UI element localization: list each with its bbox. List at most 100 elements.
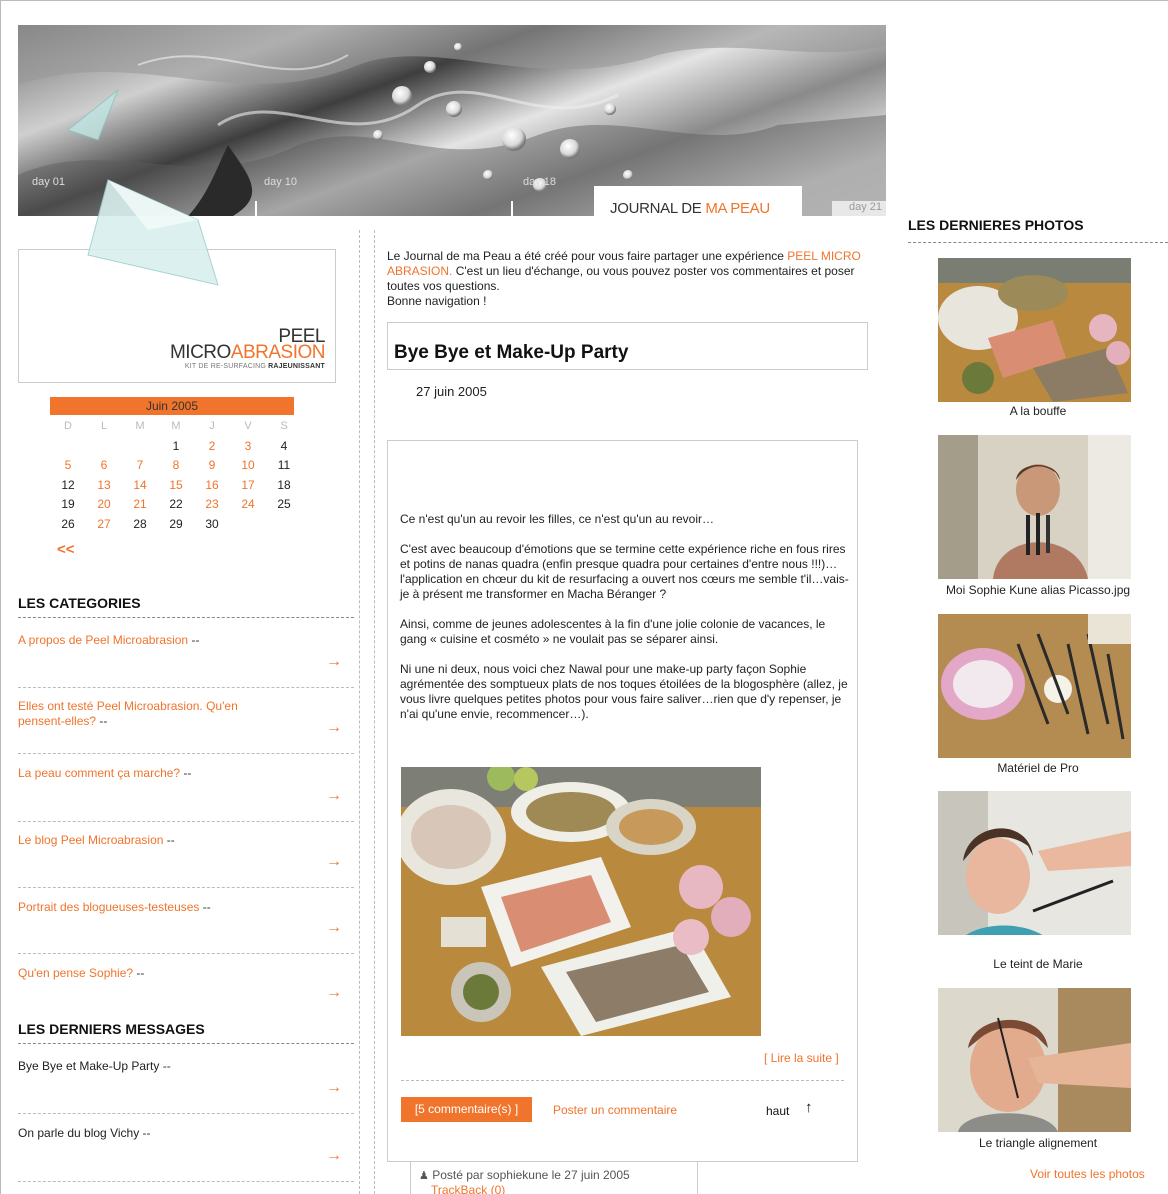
arrow-right-icon[interactable]: → <box>326 919 342 937</box>
day-label: day 18 <box>523 176 557 188</box>
arrow-right-icon[interactable]: → <box>326 787 342 805</box>
photo-thumbnail[interactable] <box>938 791 1131 935</box>
posted-by: ♟ Posté par sophiekune le 27 juin 2005 <box>419 1168 630 1182</box>
calendar-prev-link[interactable]: << <box>57 541 75 558</box>
calendar-grid: D L M M J V S 1 2 3 4 5 6 7 8 9 10 11 12 13 14 15 16 17 18 19 20 21… <box>50 417 294 534</box>
category-item[interactable]: Le blog Peel Microabrasion -- → <box>18 822 354 888</box>
post-photo[interactable] <box>401 767 761 1036</box>
calendar-day[interactable]: 23 <box>194 495 230 515</box>
post-title[interactable]: Bye Bye et Make-Up Party <box>387 322 868 370</box>
post-date: 27 juin 2005 <box>416 384 487 399</box>
calendar-day[interactable]: 20 <box>86 495 122 515</box>
category-link[interactable]: A propos de Peel Microabrasion <box>18 633 188 647</box>
category-item[interactable]: A propos de Peel Microabrasion -- → <box>18 625 354 688</box>
arrow-right-icon[interactable]: → <box>326 719 342 737</box>
category-suffix: -- <box>183 766 192 780</box>
calendar-day[interactable]: 24 <box>230 495 266 515</box>
calendar-day[interactable]: 17 <box>230 476 266 496</box>
category-link[interactable]: Le blog Peel Microabrasion <box>18 833 163 847</box>
category-item[interactable]: Qu'en pense Sophie? -- → <box>18 954 354 1016</box>
calendar-day[interactable]: 5 <box>50 456 86 476</box>
posted-by-text: Posté par sophiekune le 27 juin 2005 <box>432 1168 630 1182</box>
category-suffix: -- <box>166 833 175 847</box>
calendar-day: 1 <box>172 438 180 453</box>
category-link[interactable]: La peau comment ça marche? <box>18 766 180 780</box>
message-link[interactable]: Bye Bye et Make-Up Party <box>18 1059 159 1073</box>
calendar-day[interactable]: 14 <box>122 476 158 496</box>
post-paragraph: C'est avec beaucoup d'émotions que se te… <box>400 542 849 601</box>
calendar-empty-cell <box>86 437 122 457</box>
arrow-right-icon[interactable]: → <box>326 853 342 871</box>
arrow-up-icon[interactable]: ↑ <box>805 1099 813 1116</box>
arrow-right-icon[interactable]: → <box>326 1147 342 1165</box>
photo-caption[interactable]: Moi Sophie Kune alias Picasso.jpg <box>908 583 1168 597</box>
calendar-day[interactable]: 6 <box>86 456 122 476</box>
category-link[interactable]: Portrait des blogueuses-testeuses <box>18 900 199 914</box>
comments-button[interactable]: [5 commentaire(s) ] <box>401 1097 532 1122</box>
photo-thumbnail[interactable] <box>938 435 1131 579</box>
photo-thumbnail[interactable] <box>938 258 1131 402</box>
calendar-empty-cell <box>230 515 266 535</box>
category-item[interactable]: La peau comment ça marche? -- → <box>18 754 354 822</box>
calendar-day: 25 <box>277 497 291 511</box>
calendar-day-header: D <box>64 420 72 432</box>
message-item[interactable]: On parle du blog Vichy -- → <box>18 1114 354 1182</box>
intro-text-b: C'est un lieu d'échange, ou vous pouvez … <box>387 264 855 293</box>
category-link[interactable]: Qu'en pense Sophie? <box>18 966 133 980</box>
categories-title: LES CATEGORIES <box>18 595 354 618</box>
calendar-day[interactable]: 10 <box>230 456 266 476</box>
calendar: Juin 2005 D L M M J V S 1 2 3 4 5 6 7 8 9 10 11 12 13 14 15 16… <box>50 397 294 534</box>
category-item[interactable]: Portrait des blogueuses-testeuses -- → <box>18 888 354 954</box>
journal-title-accent: MA PEAU <box>705 200 770 217</box>
calendar-day[interactable]: 3 <box>230 437 266 457</box>
logo-tagline-a: KIT DE RE-SURFACING <box>184 363 269 370</box>
top-link[interactable]: haut <box>766 1104 789 1118</box>
arrow-right-icon[interactable]: → <box>326 653 342 671</box>
message-suffix: -- <box>162 1059 171 1073</box>
category-item[interactable]: Elles ont testé Peel Microabrasion. Qu'e… <box>18 688 354 754</box>
user-icon: ♟ <box>419 1170 429 1182</box>
calendar-day-header: J <box>209 420 215 432</box>
calendar-day[interactable]: 27 <box>86 515 122 535</box>
category-link[interactable]: Elles ont testé Peel Microabrasion. Qu'e… <box>18 699 238 728</box>
logo-micro: MICRO <box>169 342 231 363</box>
post-body: Ce n'est qu'un au revoir les filles, ce … <box>400 512 852 737</box>
message-item[interactable]: Bye Bye et Make-Up Party -- → <box>18 1050 354 1114</box>
photo-thumbnail[interactable] <box>938 988 1131 1132</box>
calendar-day[interactable]: 21 <box>122 495 158 515</box>
calendar-empty-cell <box>122 437 158 457</box>
logo-microabrasion: MICROABRASION <box>169 342 326 364</box>
calendar-day: 12 <box>61 477 75 492</box>
photo-thumbnail[interactable] <box>938 614 1131 758</box>
photo-caption[interactable]: Matériel de Pro <box>908 761 1168 775</box>
journal-title: JOURNAL DE MA PEAU <box>594 186 802 217</box>
calendar-day-header: M <box>171 420 181 432</box>
calendar-day[interactable]: 13 <box>86 476 122 496</box>
category-suffix: -- <box>191 633 200 647</box>
post-comment-link[interactable]: Poster un commentaire <box>553 1103 677 1117</box>
message-suffix: -- <box>142 1126 151 1140</box>
photo-caption[interactable]: Le triangle alignement <box>908 1136 1168 1150</box>
calendar-day[interactable]: 8 <box>158 456 194 476</box>
calendar-day[interactable]: 7 <box>122 456 158 476</box>
column-divider <box>374 230 375 1194</box>
post-separator <box>401 1080 844 1081</box>
category-suffix: -- <box>99 714 108 728</box>
photo-caption[interactable]: Le teint de Marie <box>908 957 1168 971</box>
calendar-day[interactable]: 16 <box>194 476 230 496</box>
day-label: day 21 <box>832 201 886 216</box>
calendar-day: 22 <box>169 497 183 511</box>
calendar-day[interactable]: 15 <box>158 476 194 496</box>
read-more-link[interactable]: [ Lire la suite ] <box>764 1051 839 1065</box>
arrow-right-icon[interactable]: → <box>326 984 342 1002</box>
trackback-link[interactable]: TrackBack (0) <box>431 1183 505 1194</box>
calendar-day: 18 <box>277 477 291 492</box>
message-link[interactable]: On parle du blog Vichy <box>18 1126 139 1140</box>
calendar-day[interactable]: 9 <box>194 456 230 476</box>
calendar-day-header: S <box>280 420 288 432</box>
arrow-right-icon[interactable]: → <box>326 1079 342 1097</box>
see-all-photos-link[interactable]: Voir toutes les photos <box>1030 1167 1145 1181</box>
photo-caption[interactable]: A la bouffe <box>908 404 1168 418</box>
calendar-day[interactable]: 2 <box>194 437 230 457</box>
calendar-day: 29 <box>169 516 183 531</box>
